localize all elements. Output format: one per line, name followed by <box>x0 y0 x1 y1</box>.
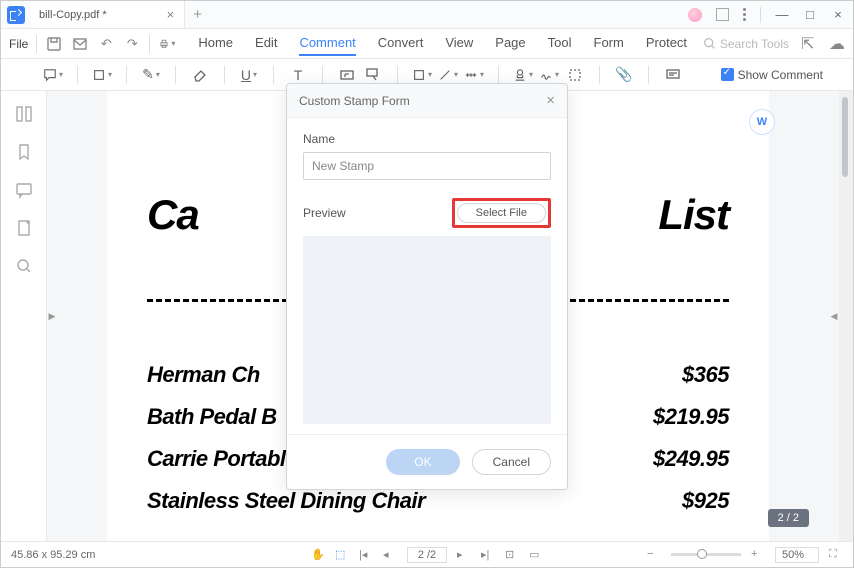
print-icon[interactable]: ▾ <box>159 36 175 52</box>
menu-page[interactable]: Page <box>495 31 525 56</box>
stamp-name-input[interactable] <box>303 152 551 180</box>
modal-close-button[interactable]: × <box>546 92 555 109</box>
title-bar: bill-Copy.pdf * × + — □ × <box>1 1 853 29</box>
comment-panel-icon[interactable] <box>15 181 33 199</box>
first-page-icon[interactable]: |◂ <box>359 548 373 562</box>
select-tool-icon[interactable]: ⬚ <box>335 548 349 562</box>
scrollbar-thumb[interactable] <box>842 97 848 177</box>
save-icon[interactable] <box>46 36 62 52</box>
eraser-tool-icon[interactable] <box>190 65 210 85</box>
tab-label: bill-Copy.pdf * <box>39 9 107 21</box>
zoom-in-icon[interactable]: + <box>751 548 765 562</box>
attachment-panel-icon[interactable] <box>15 219 33 237</box>
menu-comment[interactable]: Comment <box>299 31 355 56</box>
name-label: Name <box>303 132 551 146</box>
doc-title-right: List <box>658 191 729 239</box>
select-file-button[interactable]: Select File <box>457 203 546 223</box>
cloud-icon[interactable]: ☁ <box>829 34 845 54</box>
underline-tool-icon[interactable]: U▾ <box>239 65 259 85</box>
list-item: Stainless Steel Dining Chair$925 <box>147 488 729 514</box>
left-sidebar <box>1 91 47 541</box>
maximize-button[interactable]: □ <box>803 7 817 22</box>
left-expand-handle[interactable]: ▶ <box>47 91 57 541</box>
page-input[interactable]: 2 /2 <box>407 547 447 563</box>
shape-tool-icon[interactable]: ▾ <box>412 65 432 85</box>
coords-label: 45.86 x 95.29 cm <box>11 549 95 561</box>
next-page-icon[interactable]: ▸ <box>457 548 471 562</box>
menu-form[interactable]: Form <box>594 31 624 56</box>
menu-protect[interactable]: Protect <box>646 31 687 56</box>
show-comment-checkbox[interactable] <box>721 68 734 81</box>
comments-panel-icon[interactable] <box>663 65 683 85</box>
note-tool-icon[interactable]: ▾ <box>43 65 63 85</box>
fit-width-icon[interactable]: ⊡ <box>505 548 519 562</box>
close-window-button[interactable]: × <box>831 7 845 22</box>
zoom-out-icon[interactable]: − <box>647 548 661 562</box>
menu-bar: File ↶ ↷ ▾ Home Edit Comment Convert Vie… <box>1 29 853 59</box>
window-util-icon[interactable] <box>716 8 729 21</box>
custom-stamp-modal: Custom Stamp Form × Name Preview Select … <box>286 83 568 490</box>
app-logo-icon <box>7 6 25 24</box>
bookmark-icon[interactable] <box>15 143 33 161</box>
pencil-tool-icon[interactable]: ✎▾ <box>141 65 161 85</box>
document-tab[interactable]: bill-Copy.pdf * × <box>31 1 185 28</box>
search-icon <box>703 37 716 50</box>
main-menu-items: Home Edit Comment Convert View Page Tool… <box>198 31 687 56</box>
preview-area <box>303 236 551 424</box>
new-tab-button[interactable]: + <box>193 6 202 23</box>
menu-home[interactable]: Home <box>198 31 233 56</box>
vertical-scrollbar[interactable] <box>839 91 853 541</box>
select-file-highlight: Select File <box>452 198 551 228</box>
preview-label: Preview <box>303 206 346 220</box>
file-menu[interactable]: File <box>9 37 28 51</box>
assistant-icon[interactable] <box>688 8 702 22</box>
highlight-tool-icon[interactable]: ▾ <box>92 65 112 85</box>
search-panel-icon[interactable] <box>15 257 33 275</box>
word-export-badge[interactable]: W <box>749 109 775 135</box>
line-tool-icon[interactable]: ▾ <box>438 65 458 85</box>
zoom-select[interactable]: 50% <box>775 547 819 563</box>
attachment-tool-icon[interactable]: 📎 <box>614 65 634 85</box>
doc-title-left: Ca <box>147 191 199 239</box>
menu-view[interactable]: View <box>445 31 473 56</box>
menu-convert[interactable]: Convert <box>378 31 424 56</box>
share-icon[interactable]: ⇱ <box>801 34 817 54</box>
page-indicator-badge: 2 / 2 <box>768 509 809 527</box>
fullscreen-icon[interactable]: ⛶ <box>829 548 843 562</box>
textbox-tool-icon[interactable] <box>337 65 357 85</box>
more-menu-icon[interactable] <box>743 8 746 21</box>
thumbnails-icon[interactable] <box>15 105 33 123</box>
ok-button: OK <box>386 449 459 475</box>
menu-edit[interactable]: Edit <box>255 31 277 56</box>
last-page-icon[interactable]: ▸| <box>481 548 495 562</box>
prev-page-icon[interactable]: ◂ <box>383 548 397 562</box>
fit-page-icon[interactable]: ▭ <box>529 548 543 562</box>
text-tool-icon[interactable]: T <box>288 65 308 85</box>
status-bar: 45.86 x 95.29 cm ✋ ⬚ |◂ ◂ 2 /2 ▸ ▸| ⊡ ▭ … <box>1 541 853 567</box>
signature-tool-icon[interactable]: ▾ <box>539 65 559 85</box>
area-tool-icon[interactable] <box>565 65 585 85</box>
close-tab-icon[interactable]: × <box>167 7 175 22</box>
minimize-button[interactable]: — <box>775 7 789 22</box>
show-comment-label: Show Comment <box>738 68 823 82</box>
zoom-slider-thumb[interactable] <box>697 549 707 559</box>
hand-tool-icon[interactable]: ✋ <box>311 548 325 562</box>
search-tools[interactable]: Search Tools <box>703 37 789 51</box>
callout-tool-icon[interactable] <box>363 65 383 85</box>
cancel-button[interactable]: Cancel <box>472 449 551 475</box>
stamp-tool-icon[interactable]: ▾ <box>513 65 533 85</box>
right-expand-handle[interactable]: ◀ <box>829 91 839 541</box>
redo-icon[interactable]: ↷ <box>124 36 140 52</box>
mail-icon[interactable] <box>72 36 88 52</box>
undo-icon[interactable]: ↶ <box>98 36 114 52</box>
measure-tool-icon[interactable]: ▾ <box>464 65 484 85</box>
modal-title: Custom Stamp Form <box>299 94 410 108</box>
menu-tool[interactable]: Tool <box>548 31 572 56</box>
zoom-slider[interactable] <box>671 553 741 556</box>
